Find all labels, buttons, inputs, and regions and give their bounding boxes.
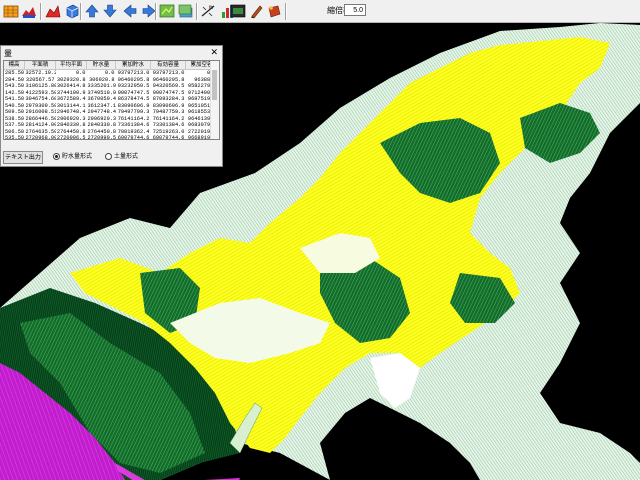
radio-label: 貯水量形式 — [62, 154, 93, 161]
table-cell: 94320569.5 — [152, 83, 185, 89]
volume-table-container: 標高 平面積 平均平面 貯水量 累加貯水 有効容量 累加空容 285.50 32572.19.… — [3, 60, 220, 140]
column-header[interactable]: 平均平面 — [55, 61, 87, 70]
table-cell: 285.50 — [5, 70, 25, 76]
arrow-down-icon[interactable] — [102, 3, 118, 19]
column-header[interactable]: 標高 — [4, 61, 25, 70]
table-cell: 2720990.5 — [87, 135, 116, 140]
radio-water-volume-format[interactable]: 貯水量形式 — [53, 153, 92, 162]
table-cell: 93232950.5 — [117, 83, 150, 89]
table-cell: 3106125.80 — [25, 83, 56, 89]
bucket-icon[interactable] — [266, 3, 282, 19]
terrain-red-blue-icon[interactable] — [21, 3, 37, 19]
terrain-red-icon[interactable] — [45, 3, 61, 19]
table-cell: 2720968.00 — [25, 135, 56, 140]
column-header[interactable]: 累加貯水 — [115, 61, 151, 70]
table-cell: 535.50 — [5, 135, 25, 140]
table-body: 285.5032572.19.230.00.093797213.09379721… — [4, 70, 218, 140]
toolbar-separator — [80, 3, 82, 20]
table-cell: 3335201.9 — [87, 83, 116, 89]
ratio-input[interactable]: 5.0 — [344, 4, 366, 16]
table-cell: 537.50 — [5, 122, 25, 128]
column-header[interactable]: 貯水量 — [86, 61, 116, 70]
map-icon[interactable] — [159, 3, 175, 19]
toolbar-separator — [196, 3, 198, 20]
toolbar-separator — [155, 3, 157, 20]
measure-icon[interactable]: tb — [200, 3, 216, 19]
close-icon[interactable]: ✕ — [210, 47, 218, 57]
grid-orange-icon[interactable] — [3, 3, 19, 19]
table-cell: 73301384.6 — [152, 122, 185, 128]
scrollbar-thumb[interactable] — [212, 70, 217, 100]
toolbar-separator — [40, 3, 42, 20]
pen-icon[interactable] — [249, 3, 265, 19]
volume-panel: 量 ✕ 標高 平面積 平均平面 貯水量 累加貯水 有効容量 累加空容 285.50 32572… — [0, 45, 223, 167]
volume-table: 標高 平面積 平均平面 貯水量 累加貯水 有効容量 累加空容 285.50 32572.19.… — [4, 61, 218, 140]
table-cell: 73361384.6 — [117, 122, 150, 128]
svg-text:tb: tb — [209, 5, 213, 11]
radio-soil-volume-format[interactable]: 土量形式 — [105, 153, 138, 162]
table-cell: 2916008.51 — [25, 109, 56, 115]
table-cell: 2946748.4 — [56, 109, 86, 115]
table-cell: 93797213.0 — [152, 70, 185, 76]
table-cell: 2840330.8 — [87, 122, 116, 128]
table-cell: 79487759.3 — [152, 109, 185, 115]
radio-indicator[interactable] — [53, 153, 60, 160]
table-cell: 3046754.60 — [25, 96, 56, 102]
table-cell: 2814124.00 — [25, 122, 56, 128]
panel-title: 量 — [4, 49, 12, 58]
table-cell: 3670050.4 — [87, 96, 116, 102]
table-cell: 3026414.8 — [56, 83, 86, 89]
table-cell: 2947748.4 — [87, 109, 116, 115]
table-cell: 87093284.3 — [152, 96, 185, 102]
table-cell: 93797213.0 — [117, 70, 150, 76]
table-cell: 0.0 — [75, 70, 86, 76]
toolbar-separator — [285, 3, 287, 20]
table-cell: 86378474.5 — [117, 96, 150, 102]
arrow-up-icon[interactable] — [84, 3, 100, 19]
table-cell: 543.50 — [5, 83, 25, 89]
table-cell: 32572.19.23 — [25, 70, 56, 76]
table-cell: 3672589.4 — [56, 96, 86, 102]
table-cell: 69079744.6 — [152, 135, 185, 140]
radio-label: 土量形式 — [114, 154, 139, 161]
table-cell: 69079744.6 — [117, 135, 150, 140]
terminal-icon[interactable] — [230, 3, 246, 19]
radio-indicator[interactable] — [105, 153, 112, 160]
table-cell: 2720996.5 — [56, 135, 86, 140]
arrow-left-icon[interactable] — [122, 3, 138, 19]
table-cell: 509.50 — [5, 109, 25, 115]
table-cell: 541.50 — [5, 96, 25, 102]
table-cell: 2840330.8 — [56, 122, 86, 128]
table-scrollbar[interactable] — [210, 61, 219, 139]
table-cell: 0.0 — [104, 70, 115, 76]
table-row[interactable]: 535.50 2720968.00 2720996.5 2720990.5 690797… — [4, 135, 218, 140]
map-layers-icon[interactable] — [178, 3, 194, 19]
column-header[interactable]: 有効容量 — [150, 61, 186, 70]
column-header[interactable]: 平面積 — [24, 61, 56, 70]
table-header-row: 標高 平面積 平均平面 貯水量 累加貯水 有効容量 累加空容 — [4, 61, 218, 70]
cube-icon[interactable] — [64, 3, 80, 19]
table-cell: 79497709.3 — [117, 109, 150, 115]
table-row[interactable]: 285.5032572.19.230.00.093797213.09379721… — [4, 70, 218, 77]
text-export-button[interactable]: テキスト出力 — [3, 151, 43, 164]
toolbar: tb — [0, 0, 640, 23]
